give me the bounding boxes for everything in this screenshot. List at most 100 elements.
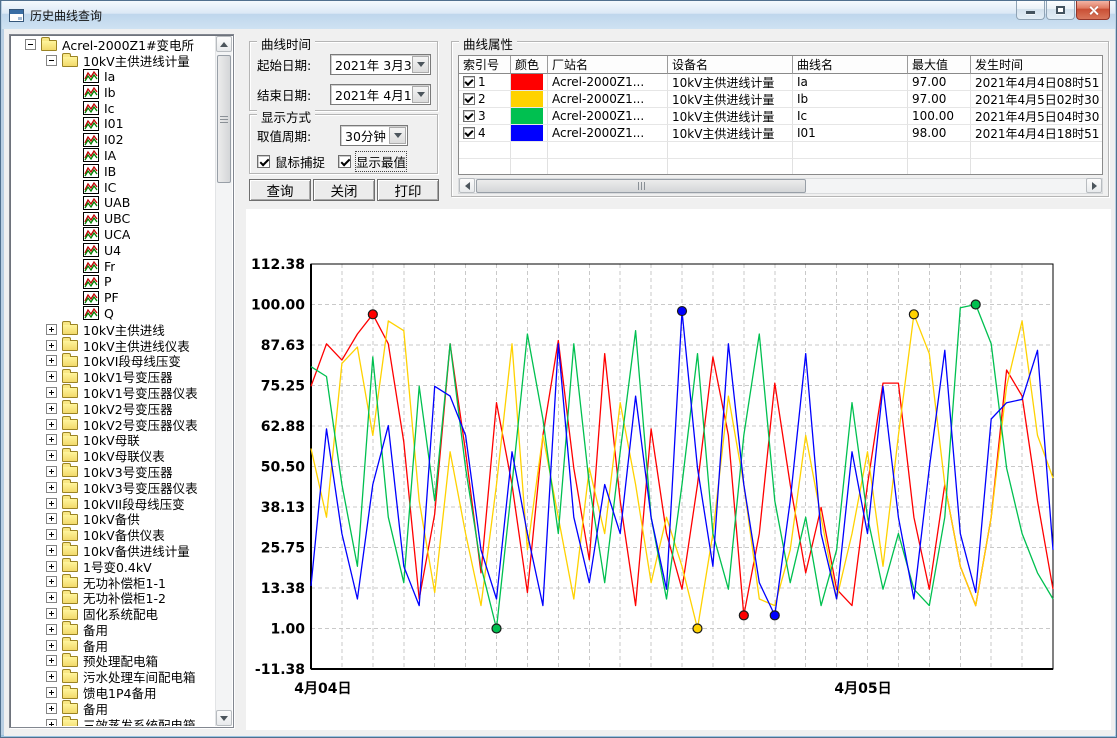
tree-item[interactable]: P [11,274,215,290]
table-scrollbar[interactable] [458,178,1103,194]
tree-item[interactable]: UAB [11,195,215,211]
restore-button[interactable] [1046,1,1075,20]
row-index: 2 [478,92,486,106]
scroll-left-button[interactable] [459,178,475,193]
tree-item-label: 三效蒸发系统配电箱 [83,715,196,726]
expand-plus-icon[interactable] [46,513,57,524]
tree-item[interactable]: 馈电1P4备用 [11,685,215,701]
table-row[interactable]: 1Acrel-2000Z1...10kV主供进线计量Ia97.002021年4月… [459,74,1102,91]
period-combo[interactable]: 30分钟 [340,125,408,146]
scroll-right-button[interactable] [1086,178,1102,193]
scroll-down-button[interactable] [216,710,232,726]
query-button[interactable]: 查询 [249,179,311,201]
column-header[interactable]: 颜色 [511,56,548,74]
close-dialog-button[interactable]: 关闭 [313,179,375,201]
expand-plus-icon[interactable] [46,529,57,540]
expand-plus-icon[interactable] [46,719,57,726]
minimize-button[interactable] [1016,1,1045,20]
tree-item[interactable]: 备用 [11,621,215,637]
table-row[interactable]: 3Acrel-2000Z1...10kV主供进线计量Ic100.002021年4… [459,108,1102,125]
column-header[interactable]: 最大值 [908,56,971,74]
expand-plus-icon[interactable] [46,592,57,603]
curve-name-cell: I01 [793,125,908,142]
tree-item[interactable]: PF [11,290,215,306]
mouse-capture-checkbox[interactable] [257,155,270,168]
expand-plus-icon[interactable] [46,403,57,414]
expand-plus-icon[interactable] [46,434,57,445]
expand-plus-icon[interactable] [46,324,57,335]
expand-plus-icon[interactable] [46,687,57,698]
tree-item[interactable]: 固化系统配电 [11,606,215,622]
tree-item[interactable]: Ib [11,84,215,100]
tree-item-label: Q [104,306,114,321]
expand-plus-icon[interactable] [46,466,57,477]
row-checkbox[interactable] [463,110,475,122]
end-date-dropdown-button[interactable] [412,86,429,103]
column-header[interactable]: 设备名 [668,56,793,74]
period-dropdown-button[interactable] [389,127,406,144]
tree-item[interactable]: 10kV主供进线计量 [11,53,215,69]
tree-item[interactable]: Fr [11,258,215,274]
tree-item[interactable]: Ia [11,69,215,85]
expand-plus-icon[interactable] [46,640,57,651]
start-date-combo[interactable]: 2021年 3月30 [330,54,431,75]
tree-item[interactable]: I02 [11,132,215,148]
device-tree-panel: Acrel-2000Z1#变电所10kV主供进线计量IaIbIcI01I02IA… [9,34,234,728]
expand-plus-icon[interactable] [46,545,57,556]
show-extremes-checkbox[interactable] [338,155,351,168]
curve-props-title: 曲线属性 [459,34,517,53]
tree-scrollbar-thumb[interactable] [217,55,231,183]
table-row[interactable]: 2Acrel-2000Z1...10kV主供进线计量Ib97.002021年4月… [459,91,1102,108]
index-cell: 4 [459,125,511,142]
tree-item[interactable]: Ic [11,100,215,116]
folder-icon [62,340,78,351]
expand-plus-icon[interactable] [46,419,57,430]
expand-plus-icon[interactable] [46,624,57,635]
end-date-combo[interactable]: 2021年 4月14 [330,84,431,105]
column-header[interactable]: 索引号 [459,56,511,74]
collapse-minus-icon[interactable] [25,39,36,50]
tree-item[interactable]: UBC [11,211,215,227]
expand-plus-icon[interactable] [46,671,57,682]
scroll-up-button[interactable] [216,36,232,52]
expand-plus-icon[interactable] [46,387,57,398]
expand-plus-icon[interactable] [46,450,57,461]
expand-plus-icon[interactable] [46,498,57,509]
tree-item[interactable]: U4 [11,242,215,258]
folder-icon [62,56,78,67]
expand-plus-icon[interactable] [46,355,57,366]
row-checkbox[interactable] [463,76,475,88]
folder-icon [62,482,78,493]
expand-plus-icon[interactable] [46,703,57,714]
column-header[interactable]: 厂站名 [548,56,668,74]
tree-item[interactable]: IA [11,148,215,164]
close-button[interactable] [1076,1,1110,20]
tree-item[interactable]: I01 [11,116,215,132]
expand-plus-icon[interactable] [46,340,57,351]
tree-scrollbar[interactable] [215,36,232,726]
print-button[interactable]: 打印 [377,179,439,201]
history-curve-chart[interactable]: 112.38100.0087.6375.2562.8850.5038.1325.… [246,209,1111,730]
row-checkbox[interactable] [463,93,475,105]
curve-icon [83,259,99,273]
column-header[interactable]: 曲线名 [793,56,908,74]
collapse-minus-icon[interactable] [46,55,57,66]
table-row[interactable]: 4Acrel-2000Z1...10kV主供进线计量I0198.002021年4… [459,125,1102,142]
table-scrollbar-thumb[interactable] [476,179,806,193]
expand-plus-icon[interactable] [46,482,57,493]
tree-item-label: PF [104,290,119,305]
expand-plus-icon[interactable] [46,371,57,382]
expand-plus-icon[interactable] [46,608,57,619]
expand-plus-icon[interactable] [46,576,57,587]
expand-plus-icon[interactable] [46,655,57,666]
row-checkbox[interactable] [463,127,475,139]
expand-plus-icon[interactable] [46,561,57,572]
tree-item[interactable]: IB [11,163,215,179]
tree-item[interactable]: IC [11,179,215,195]
curve-icon [83,133,99,147]
start-date-dropdown-button[interactable] [412,56,429,73]
tree-item[interactable]: 三效蒸发系统配电箱 [11,716,215,726]
tree-item[interactable]: UCA [11,227,215,243]
column-header[interactable]: 发生时间 [971,56,1103,74]
curve-name-cell: Ia [793,74,908,91]
